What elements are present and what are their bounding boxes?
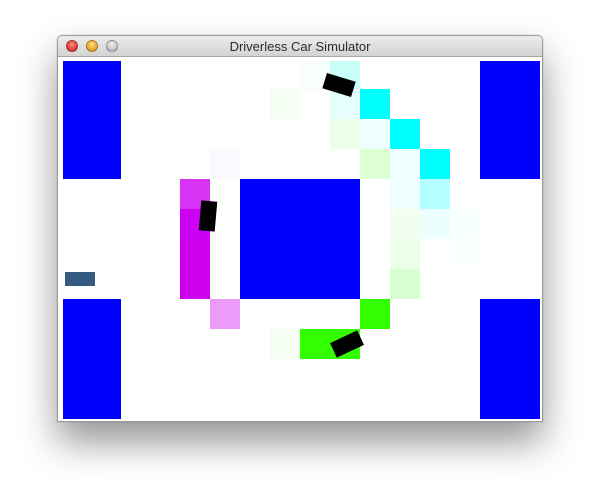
path-tile-cyan	[450, 209, 480, 239]
path-tile-cyan	[420, 179, 450, 209]
path-tile-cyan	[420, 149, 450, 179]
path-tile-green	[390, 239, 420, 269]
path-tile-green	[360, 299, 390, 329]
building-bottom-right	[480, 299, 540, 419]
path-tile-cyan	[420, 209, 450, 239]
path-tile-cyan	[390, 179, 420, 209]
path-tile-cyan	[450, 239, 480, 269]
path-tile-cyan	[360, 119, 390, 149]
building-bottom-left	[63, 299, 121, 419]
car-left	[198, 200, 218, 232]
path-tile-magenta	[180, 269, 210, 299]
simulation-canvas	[60, 58, 540, 420]
path-tile-cyan	[390, 149, 420, 179]
simulator-window: Driverless Car Simulator	[57, 35, 543, 422]
building-center	[240, 179, 360, 299]
path-tile-magenta	[180, 239, 210, 269]
path-tile-green	[360, 149, 390, 179]
path-tile-green	[390, 209, 420, 239]
title-bar: Driverless Car Simulator	[58, 36, 542, 57]
trail-tile	[270, 329, 300, 359]
path-tile-cyan	[360, 89, 390, 119]
window-title: Driverless Car Simulator	[229, 39, 371, 54]
path-tile-cyan	[390, 119, 420, 149]
trail-tile	[270, 89, 300, 119]
path-tile-magenta	[210, 299, 240, 329]
building-top-left	[63, 61, 121, 179]
parked-car	[65, 272, 95, 286]
path-tile-green	[390, 269, 420, 299]
path-tile-green	[300, 329, 330, 359]
building-top-right	[480, 61, 540, 179]
trail-tile	[210, 149, 240, 179]
path-tile-green	[330, 119, 360, 149]
